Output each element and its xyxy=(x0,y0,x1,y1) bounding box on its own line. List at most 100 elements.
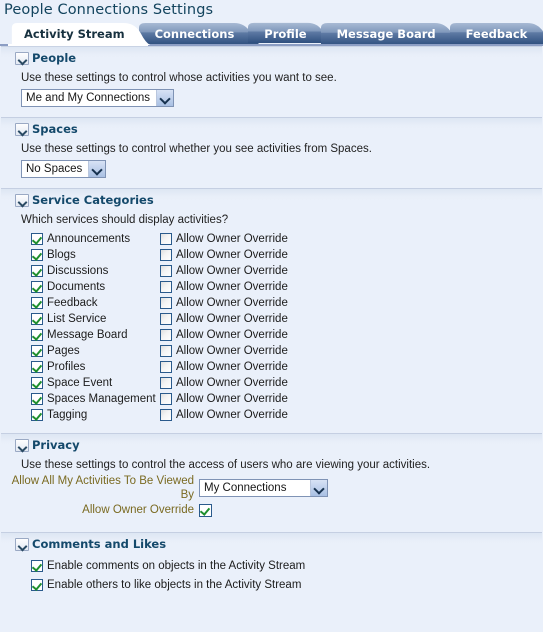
privacy-owner-override-row: Allow Owner Override xyxy=(1,500,542,520)
service-name-label: Documents xyxy=(47,281,106,293)
service-enabled-checkbox[interactable] xyxy=(31,393,43,405)
page-title: People Connections Settings xyxy=(0,0,543,22)
section-header-people[interactable]: People xyxy=(1,47,542,67)
privacy-viewed-by-label: Allow All My Activities To Be Viewed By xyxy=(11,475,194,501)
allow-owner-override-checkbox[interactable] xyxy=(160,409,172,421)
service-name-label: Blogs xyxy=(47,249,76,261)
tab-strip: Activity Stream Connections Profile Mess… xyxy=(0,22,543,46)
service-category-row: Feedback Allow Owner Override xyxy=(31,295,542,311)
service-name-label: Profiles xyxy=(47,361,86,373)
service-enabled-checkbox[interactable] xyxy=(31,345,43,357)
section-title: Spaces xyxy=(32,122,78,136)
allow-owner-override-checkbox[interactable] xyxy=(160,361,172,373)
chevron-down-icon[interactable] xyxy=(310,480,327,496)
privacy-owner-override-label: Allow Owner Override xyxy=(82,504,194,516)
active-tab-underline xyxy=(8,44,148,46)
section-body-spaces: No Spaces xyxy=(1,160,542,178)
section-body-service-categories: Announcements Allow Owner Override Blogs Al… xyxy=(1,231,542,423)
people-scope-select[interactable]: Me and My Connections xyxy=(21,89,175,107)
service-enabled-checkbox[interactable] xyxy=(31,233,43,245)
chevron-down-icon[interactable] xyxy=(88,161,106,177)
chevron-down-icon[interactable] xyxy=(156,90,174,106)
tab-label: Activity Stream xyxy=(24,27,125,41)
chevron-down-icon[interactable] xyxy=(15,51,29,65)
allow-owner-override-checkbox[interactable] xyxy=(160,393,172,405)
tab-activity-stream[interactable]: Activity Stream xyxy=(8,22,151,46)
owner-override-cell: Allow Owner Override xyxy=(160,264,288,278)
allow-owner-override-checkbox[interactable] xyxy=(160,297,172,309)
service-toggle-cell: Tagging xyxy=(31,408,160,422)
comments-likes-list: Enable comments on objects in the Activi… xyxy=(21,553,542,594)
chevron-down-icon[interactable] xyxy=(15,537,29,551)
service-category-row: Space Event Allow Owner Override xyxy=(31,375,542,391)
section-title: People xyxy=(32,51,77,65)
tab-label: Connections xyxy=(154,27,235,41)
section-privacy: Privacy Use these settings to control th… xyxy=(1,433,542,528)
allow-owner-override-checkbox[interactable] xyxy=(160,345,172,357)
service-name-label: Spaces Management xyxy=(47,393,156,405)
allow-owner-override-checkbox[interactable] xyxy=(160,313,172,325)
section-header-privacy[interactable]: Privacy xyxy=(1,434,542,454)
section-title: Privacy xyxy=(32,438,80,452)
service-category-row: Spaces Management Allow Owner Override xyxy=(31,391,542,407)
section-body-comments-and-likes: Enable comments on objects in the Activi… xyxy=(1,553,542,594)
service-enabled-checkbox[interactable] xyxy=(31,409,43,421)
comments-likes-label: Enable comments on objects in the Activi… xyxy=(47,559,306,572)
service-toggle-cell: Announcements xyxy=(31,232,160,246)
service-enabled-checkbox[interactable] xyxy=(31,313,43,325)
service-enabled-checkbox[interactable] xyxy=(31,329,43,341)
chevron-down-icon[interactable] xyxy=(15,122,29,136)
service-enabled-checkbox[interactable] xyxy=(31,361,43,373)
tab-feedback[interactable]: Feedback xyxy=(449,22,543,46)
service-category-row: List Service Allow Owner Override xyxy=(31,311,542,327)
service-name-label: Feedback xyxy=(47,297,98,309)
tab-label: Message Board xyxy=(336,27,436,41)
owner-override-cell: Allow Owner Override xyxy=(160,392,288,406)
comments-likes-checkbox[interactable] xyxy=(31,578,43,591)
allow-owner-override-checkbox[interactable] xyxy=(160,265,172,277)
allow-owner-override-checkbox[interactable] xyxy=(160,233,172,245)
privacy-owner-override-checkbox[interactable] xyxy=(199,503,212,517)
chevron-down-icon[interactable] xyxy=(15,438,29,452)
section-header-spaces[interactable]: Spaces xyxy=(1,118,542,138)
section-body-people: Me and My Connections xyxy=(1,89,542,107)
section-spaces: Spaces Use these settings to control whe… xyxy=(1,117,542,184)
owner-override-cell: Allow Owner Override xyxy=(160,248,288,262)
tab-message-board[interactable]: Message Board xyxy=(320,22,462,46)
allow-owner-override-checkbox[interactable] xyxy=(160,249,172,261)
select-value: No Spaces xyxy=(26,163,83,175)
allow-owner-override-label: Allow Owner Override xyxy=(176,249,288,261)
service-enabled-checkbox[interactable] xyxy=(31,281,43,293)
section-comments-and-likes: Comments and Likes Enable comments on ob… xyxy=(1,532,542,600)
service-name-label: Discussions xyxy=(47,265,109,277)
tab-connections[interactable]: Connections xyxy=(138,22,261,46)
service-toggle-cell: Spaces Management xyxy=(31,392,160,406)
allow-owner-override-checkbox[interactable] xyxy=(160,281,172,293)
owner-override-cell: Allow Owner Override xyxy=(160,328,288,342)
comments-likes-checkbox[interactable] xyxy=(31,559,43,572)
service-enabled-checkbox[interactable] xyxy=(31,377,43,389)
service-toggle-cell: Pages xyxy=(31,344,160,358)
spaces-scope-select[interactable]: No Spaces xyxy=(21,160,107,178)
section-header-comments-and-likes[interactable]: Comments and Likes xyxy=(1,533,542,553)
service-category-row: Announcements Allow Owner Override xyxy=(31,231,542,247)
allow-owner-override-label: Allow Owner Override xyxy=(176,377,288,389)
service-category-row: Documents Allow Owner Override xyxy=(31,279,542,295)
privacy-viewed-by-select[interactable]: My Connections xyxy=(199,479,328,497)
section-people: People Use these settings to control who… xyxy=(1,46,542,113)
service-category-row: Message Board Allow Owner Override xyxy=(31,327,542,343)
chevron-down-icon[interactable] xyxy=(15,193,29,207)
service-enabled-checkbox[interactable] xyxy=(31,265,43,277)
service-name-label: Tagging xyxy=(47,409,88,421)
service-toggle-cell: Message Board xyxy=(31,328,160,342)
service-toggle-cell: Profiles xyxy=(31,360,160,374)
allow-owner-override-label: Allow Owner Override xyxy=(176,281,288,293)
service-category-row: Profiles Allow Owner Override xyxy=(31,359,542,375)
section-header-service-categories[interactable]: Service Categories xyxy=(1,189,542,209)
service-enabled-checkbox[interactable] xyxy=(31,249,43,261)
section-description: Which services should display activities… xyxy=(21,214,229,226)
privacy-form: Allow All My Activities To Be Viewed By … xyxy=(1,475,542,520)
allow-owner-override-checkbox[interactable] xyxy=(160,377,172,389)
service-enabled-checkbox[interactable] xyxy=(31,297,43,309)
allow-owner-override-checkbox[interactable] xyxy=(160,329,172,341)
